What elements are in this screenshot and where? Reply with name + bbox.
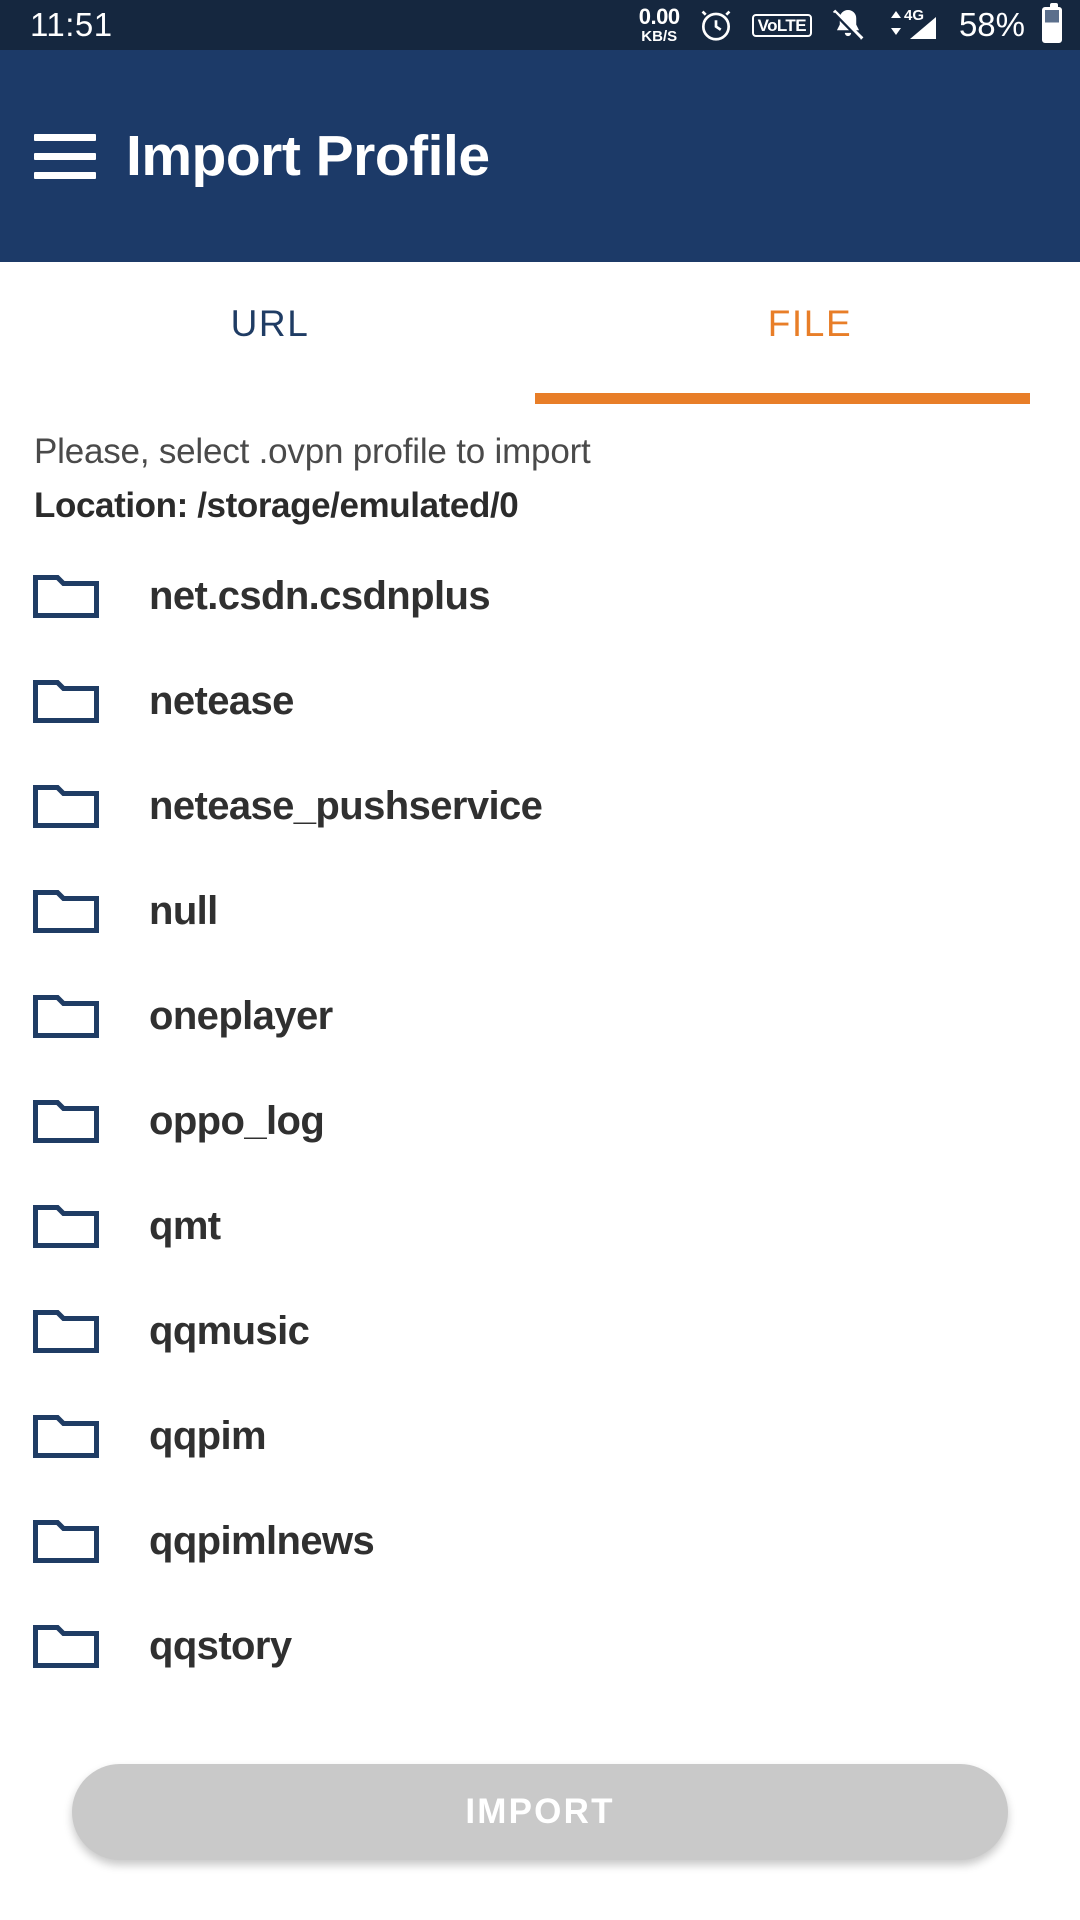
folder-icon xyxy=(33,785,99,828)
folder-icon xyxy=(33,680,99,723)
tab-active-indicator xyxy=(535,393,1030,404)
folder-icon xyxy=(33,1100,99,1143)
file-list-item[interactable]: net.csdn.csdnplus xyxy=(0,544,1080,649)
hamburger-menu-icon[interactable] xyxy=(34,133,96,179)
app-bar: Import Profile xyxy=(0,50,1080,262)
network-type-label: 4G xyxy=(904,7,924,24)
tab-file[interactable]: FILE xyxy=(540,262,1080,404)
file-list-item-label: null xyxy=(149,889,218,933)
data-rate-unit: KB/S xyxy=(641,28,678,45)
phone-screen: 11:51 0.00 KB/S VoLTE 4G 58% Import Prof… xyxy=(0,0,1080,1920)
file-list-item[interactable]: null xyxy=(0,859,1080,964)
folder-icon xyxy=(33,995,99,1038)
file-list-item[interactable]: netease xyxy=(0,649,1080,754)
page-title: Import Profile xyxy=(126,124,490,188)
file-list-item[interactable]: qqstory xyxy=(0,1594,1080,1699)
file-list-item-label: qmt xyxy=(149,1204,221,1248)
signal-bars-icon: 4G xyxy=(884,5,940,45)
file-list-item-label: netease_pushservice xyxy=(149,784,543,828)
file-list-item-label: netease xyxy=(149,679,294,723)
data-rate-indicator: 0.00 KB/S xyxy=(638,4,680,45)
file-list-item[interactable]: qmt xyxy=(0,1174,1080,1279)
file-list-item[interactable]: netease_pushservice xyxy=(0,754,1080,859)
folder-icon xyxy=(33,575,99,618)
footer-action-bar: IMPORT xyxy=(0,1764,1080,1860)
file-list-item-label: qqstory xyxy=(149,1624,292,1668)
current-location-label: Location: /storage/emulated/0 xyxy=(34,486,519,525)
battery-icon xyxy=(1042,3,1062,43)
bell-muted-icon xyxy=(829,6,867,44)
folder-icon xyxy=(33,890,99,933)
folder-icon xyxy=(33,1310,99,1353)
file-list-item[interactable]: qqmusic xyxy=(0,1279,1080,1384)
folder-icon xyxy=(33,1625,99,1668)
hamburger-line xyxy=(34,133,96,141)
file-list-item[interactable]: qqpim xyxy=(0,1384,1080,1489)
hamburger-line xyxy=(34,152,96,160)
folder-icon xyxy=(33,1415,99,1458)
status-bar: 11:51 0.00 KB/S VoLTE 4G 58% xyxy=(0,0,1080,50)
tab-url[interactable]: URL xyxy=(0,262,540,404)
file-list-item-label: qqpim xyxy=(149,1414,267,1458)
select-profile-prompt: Please, select .ovpn profile to import xyxy=(34,432,591,471)
tab-bar: URL FILE xyxy=(0,262,1080,404)
status-bar-icons: 0.00 KB/S VoLTE 4G 58% xyxy=(638,3,1062,45)
folder-icon xyxy=(33,1205,99,1248)
instructions-block: Please, select .ovpn profile to import L… xyxy=(0,404,1080,526)
file-list-item-label: oneplayer xyxy=(149,994,333,1038)
status-bar-clock: 11:51 xyxy=(30,6,113,43)
file-list-item[interactable]: oneplayer xyxy=(0,964,1080,1069)
volte-icon: VoLTE xyxy=(751,13,812,37)
hamburger-line xyxy=(34,171,96,179)
file-browser-list[interactable]: net.csdn.csdnplus netease netease_pushserv… xyxy=(0,544,1080,1699)
file-list-item[interactable]: oppo_log xyxy=(0,1069,1080,1174)
folder-icon xyxy=(33,1520,99,1563)
file-list-item-label: net.csdn.csdnplus xyxy=(149,574,491,618)
file-list-item-label: oppo_log xyxy=(149,1099,325,1143)
data-rate-value: 0.00 xyxy=(638,4,680,29)
battery-percent-label: 58% xyxy=(958,6,1025,43)
file-list-item-label: qqpimlnews xyxy=(149,1519,375,1563)
file-list-item-label: qqmusic xyxy=(149,1309,310,1353)
import-button[interactable]: IMPORT xyxy=(72,1764,1008,1860)
file-list-item[interactable]: qqpimlnews xyxy=(0,1489,1080,1594)
alarm-clock-icon xyxy=(697,6,735,44)
